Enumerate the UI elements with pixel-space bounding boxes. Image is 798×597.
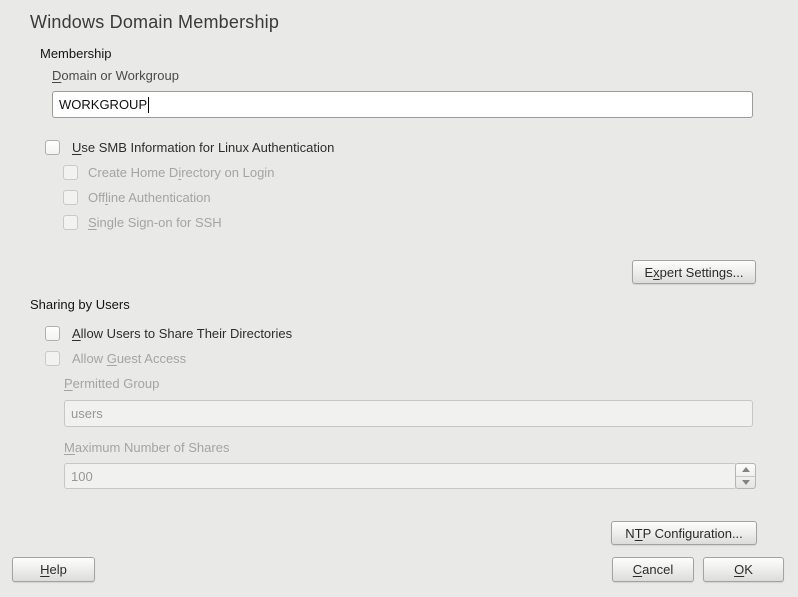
help-button[interactable]: Help — [12, 557, 95, 582]
checkbox-allow-guest-access: Allow Guest Access — [45, 350, 186, 367]
spin-down-button — [736, 477, 755, 489]
domain-workgroup-input[interactable]: WORKGROUP — [52, 91, 753, 118]
spin-up-icon — [742, 467, 750, 472]
checkbox-unchecked-icon — [63, 215, 78, 230]
text-caret — [148, 97, 149, 113]
cancel-button[interactable]: Cancel — [612, 557, 694, 582]
checkbox-label: Single Sign-on for SSH — [88, 215, 222, 230]
domain-workgroup-value: WORKGROUP — [59, 97, 147, 112]
checkbox-allow-users-share[interactable]: Allow Users to Share Their Directories — [45, 325, 292, 342]
checkbox-unchecked-icon — [63, 165, 78, 180]
domain-workgroup-label: Domain or Workgroup — [52, 68, 179, 83]
spin-down-icon — [742, 480, 750, 485]
checkbox-label: Allow Users to Share Their Directories — [72, 326, 292, 341]
checkbox-offline-authentication: Offline Authentication — [63, 189, 211, 206]
checkbox-label: Use SMB Information for Linux Authentica… — [72, 140, 334, 155]
checkbox-unchecked-icon — [45, 326, 60, 341]
checkbox-create-home-directory: Create Home Directory on Login — [63, 164, 274, 181]
checkbox-single-sign-on-ssh: Single Sign-on for SSH — [63, 214, 222, 231]
permitted-group-input: users — [64, 400, 753, 427]
permitted-group-value: users — [71, 406, 103, 421]
max-shares-spinner — [735, 463, 756, 489]
spin-up-button — [736, 464, 755, 477]
checkbox-label: Allow Guest Access — [72, 351, 186, 366]
checkbox-use-smb-authentication[interactable]: Use SMB Information for Linux Authentica… — [45, 139, 334, 156]
max-shares-label: Maximum Number of Shares — [64, 440, 229, 455]
checkbox-label: Offline Authentication — [88, 190, 211, 205]
checkbox-unchecked-icon — [63, 190, 78, 205]
checkbox-unchecked-icon — [45, 140, 60, 155]
checkbox-label: Create Home Directory on Login — [88, 165, 274, 180]
membership-section-label: Membership — [40, 46, 112, 61]
sharing-section-label: Sharing by Users — [30, 297, 130, 312]
max-shares-input: 100 — [64, 463, 737, 489]
ok-button[interactable]: OK — [703, 557, 784, 582]
page-title: Windows Domain Membership — [30, 12, 279, 33]
permitted-group-label: Permitted Group — [64, 376, 159, 391]
ntp-configuration-button[interactable]: NTP Configuration... — [611, 521, 757, 545]
expert-settings-button[interactable]: Expert Settings... — [632, 260, 756, 284]
checkbox-unchecked-icon — [45, 351, 60, 366]
max-shares-value: 100 — [71, 469, 93, 484]
